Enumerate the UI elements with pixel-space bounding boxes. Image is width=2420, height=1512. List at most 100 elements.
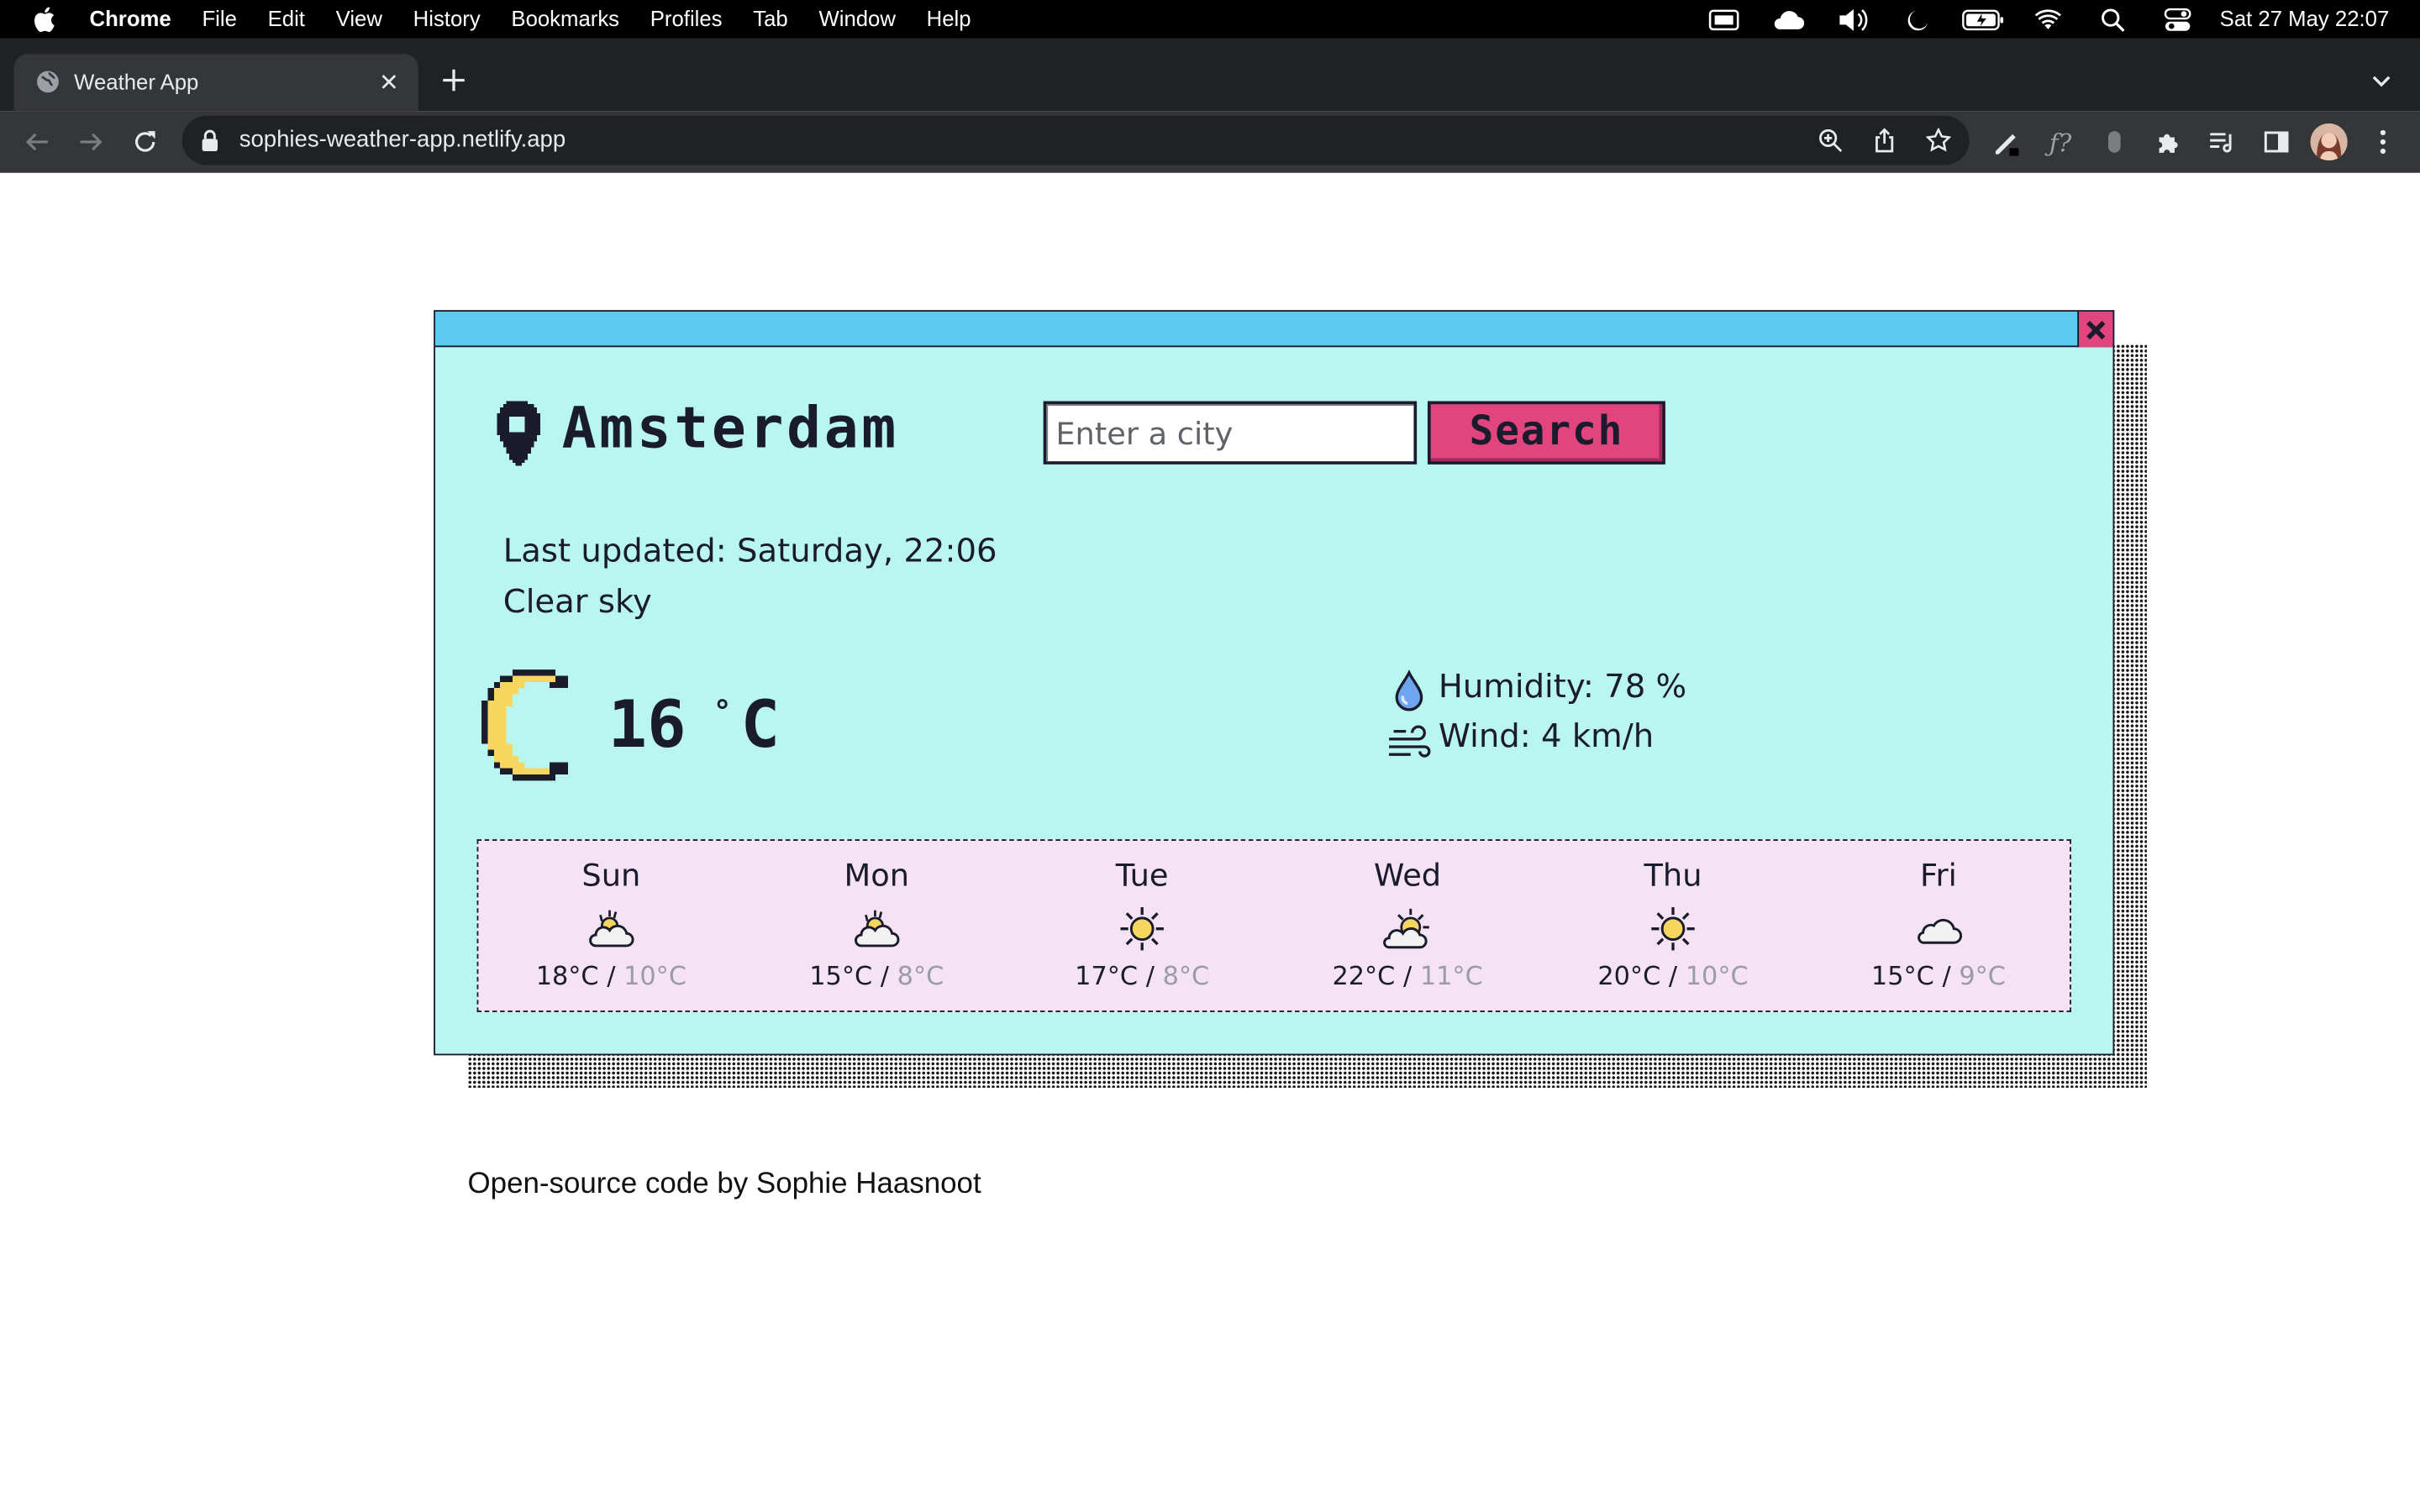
icloud-icon[interactable] [1757, 0, 1822, 39]
crescent-moon-icon [481, 669, 581, 781]
share-icon[interactable] [1867, 123, 1901, 157]
profile-avatar[interactable] [2310, 123, 2348, 161]
menu-help[interactable]: Help [911, 0, 986, 39]
forecast-day: Sun 18°C / 10°C [478, 841, 744, 1011]
forecast-high: 15°C [809, 961, 873, 991]
window-title-bar [434, 312, 2113, 348]
extension-function-icon[interactable]: ƒ? [2040, 122, 2081, 162]
forecast-low: 10°C [1685, 961, 1749, 991]
menu-app-name[interactable]: Chrome [87, 0, 187, 39]
menu-edit[interactable]: Edit [252, 0, 320, 39]
forecast-panel: Sun 18°C / 10°C Mon 15°C / 8°C Tue 17°C … [476, 839, 2071, 1012]
wifi-icon[interactable] [2016, 0, 2081, 39]
forecast-high: 15°C [1870, 961, 1934, 991]
extension-capsule-icon[interactable] [2094, 122, 2134, 162]
search-button[interactable]: Search [1427, 401, 1665, 465]
water-drop-icon [1392, 669, 1426, 712]
temperature-unit-celsius[interactable]: C [741, 685, 780, 766]
forecast-day: Fri 15°C / 9°C [1806, 841, 2071, 1011]
open-source-code-link[interactable]: Open-source code [468, 1168, 709, 1200]
location-pin-icon [487, 398, 546, 466]
wind-icon [1386, 721, 1432, 764]
forecast-low: 11°C [1419, 961, 1483, 991]
degree-symbol: ° [713, 692, 732, 730]
back-arrow-icon[interactable] [17, 122, 57, 162]
forecast-temps: 15°C / 9°C [1870, 961, 2006, 991]
battery-icon[interactable] [1951, 0, 2016, 39]
display-icon[interactable] [1692, 0, 1757, 39]
address-bar[interactable]: sophies-weather-app.netlify.app [182, 115, 1970, 165]
cloud-sun-icon [589, 910, 634, 948]
forecast-low: 9°C [1959, 961, 2006, 991]
macos-menu-bar: Chrome File Edit View History Bookmarks … [0, 0, 2420, 39]
focus-moon-icon[interactable] [1886, 0, 1951, 39]
lock-icon[interactable] [201, 129, 223, 152]
menu-view[interactable]: View [320, 0, 397, 39]
spotlight-search-icon[interactable] [2081, 0, 2145, 39]
forward-arrow-icon[interactable] [71, 122, 111, 162]
control-center-icon[interactable] [2146, 0, 2211, 39]
apple-menu-icon[interactable] [0, 0, 87, 39]
forecast-day: Tue 17°C / 8°C [1009, 841, 1275, 1011]
extensions-puzzle-icon[interactable] [2149, 122, 2189, 162]
window-close-button[interactable] [2077, 312, 2113, 348]
forecast-day: Wed 22°C / 11°C [1275, 841, 1540, 1011]
forecast-high: 22°C [1332, 961, 1396, 991]
bookmark-star-icon[interactable] [1922, 123, 1955, 157]
browser-menu-icon[interactable] [2363, 122, 2403, 162]
menu-profiles[interactable]: Profiles [634, 0, 737, 39]
wind-text: Wind: 4 km/h [1438, 717, 1655, 755]
tab-search-chevron-icon[interactable] [2365, 65, 2398, 98]
close-x-icon [2086, 320, 2106, 339]
url-text[interactable]: sophies-weather-app.netlify.app [239, 116, 566, 165]
tab-title: Weather App [74, 69, 199, 95]
last-updated-text: Last updated: Saturday, 22:06 [502, 532, 997, 570]
side-panel-icon[interactable] [2256, 122, 2296, 162]
weather-app-window: Amsterdam Search Last updated: Saturday,… [434, 310, 2115, 1056]
globe-favicon-icon [35, 70, 60, 94]
tab-close-icon[interactable] [375, 68, 402, 96]
current-temperature: 16 [608, 686, 687, 763]
weather-description: Clear sky [502, 583, 652, 621]
forecast-day-name: Fri [1920, 856, 1957, 894]
forecast-temps: 15°C / 8°C [809, 961, 944, 991]
volume-icon[interactable] [1822, 0, 1886, 39]
browser-tab-strip: Weather App [0, 38, 2420, 112]
extension-pen-icon[interactable] [1986, 122, 2027, 162]
forecast-temps: 20°C / 10°C [1597, 961, 1749, 991]
zoom-icon[interactable] [1813, 123, 1847, 157]
sun-icon [1120, 907, 1164, 951]
footer-author: Sophie Haasnoot [755, 1168, 981, 1200]
forecast-temps: 17°C / 8°C [1075, 961, 1210, 991]
forecast-day-name: Tue [1115, 856, 1169, 894]
menu-bar-clock[interactable]: Sat 27 May 22:07 [2211, 0, 2420, 39]
cloud-sun-icon [855, 910, 900, 948]
menu-window[interactable]: Window [803, 0, 911, 39]
sun-icon [1651, 907, 1695, 951]
forecast-day: Thu 20°C / 10°C [1540, 841, 1806, 1011]
forecast-day: Mon 15°C / 8°C [744, 841, 1009, 1011]
new-tab-plus-icon[interactable] [437, 63, 471, 97]
browser-toolbar: sophies-weather-app.netlify.app ƒ? [0, 111, 2420, 173]
humidity-text: Humidity: 78 % [1438, 668, 1687, 706]
sun-behind-cloud-icon [1383, 908, 1429, 949]
forecast-high: 18°C [535, 961, 599, 991]
cloud-icon [1918, 918, 1962, 944]
forecast-low: 8°C [1162, 961, 1210, 991]
forecast-low: 10°C [623, 961, 687, 991]
forecast-low: 8°C [897, 961, 944, 991]
city-name: Amsterdam [561, 395, 899, 462]
forecast-day-name: Sun [581, 856, 641, 894]
city-search-input[interactable] [1043, 401, 1418, 465]
menu-bookmarks[interactable]: Bookmarks [496, 0, 634, 39]
menu-file[interactable]: File [187, 0, 252, 39]
reading-list-icon[interactable] [2202, 122, 2243, 162]
forecast-temps: 18°C / 10°C [535, 961, 687, 991]
menu-tab[interactable]: Tab [738, 0, 803, 39]
reload-icon[interactable] [125, 122, 166, 162]
forecast-day-name: Mon [844, 856, 909, 894]
menu-history[interactable]: History [397, 0, 496, 39]
forecast-high: 17°C [1075, 961, 1139, 991]
browser-tab[interactable]: Weather App [13, 54, 418, 112]
forecast-day-name: Wed [1374, 856, 1442, 894]
